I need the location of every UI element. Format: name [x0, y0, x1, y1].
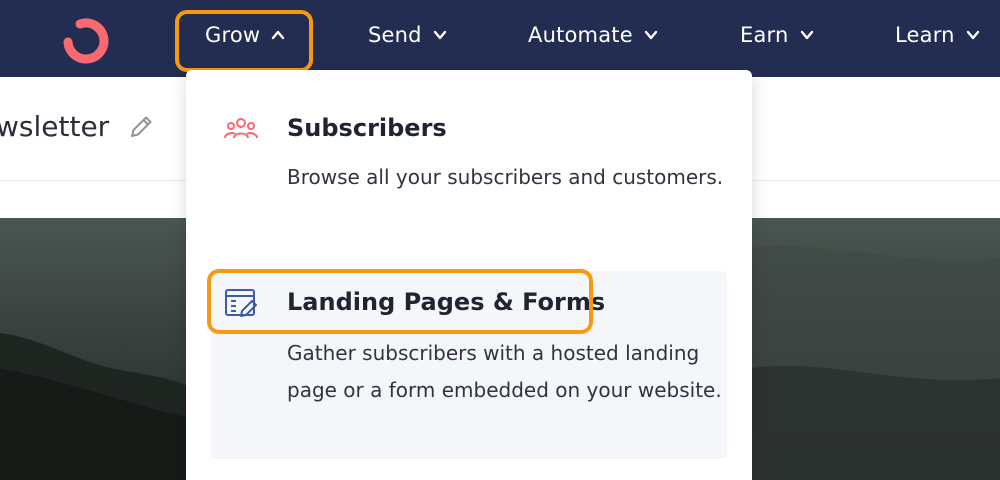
chevron-down-icon	[644, 30, 658, 40]
grow-highlight-outline	[175, 10, 313, 72]
nav-automate-label: Automate	[528, 23, 633, 47]
page-title: wsletter	[0, 110, 110, 143]
chevron-down-icon	[433, 30, 446, 40]
nav-learn[interactable]: Learn	[895, 0, 981, 70]
menu-item-description: Browse all your subscribers and customer…	[287, 165, 724, 189]
pencil-icon[interactable]	[128, 114, 154, 140]
nav-earn-label: Earn	[740, 23, 789, 47]
nav-automate[interactable]: Automate	[528, 0, 659, 70]
menu-item-title: Subscribers	[287, 114, 447, 142]
menu-item-subscribers[interactable]: Subscribers Browse all your subscribers …	[211, 100, 727, 280]
chevron-down-icon	[800, 30, 813, 40]
top-navigation: Grow Send Automate Earn Learn	[0, 0, 1000, 77]
convertkit-logo-icon[interactable]	[58, 9, 114, 65]
nav-earn[interactable]: Earn	[740, 0, 815, 70]
nav-send-label: Send	[368, 23, 422, 47]
menu-item-description: Gather subscribers with a hosted landing…	[287, 341, 722, 402]
nav-send[interactable]: Send	[368, 0, 448, 70]
nav-learn-label: Learn	[895, 23, 955, 47]
users-icon	[224, 118, 258, 139]
landing-pages-highlight-outline	[207, 269, 593, 334]
chevron-down-icon	[966, 30, 979, 40]
